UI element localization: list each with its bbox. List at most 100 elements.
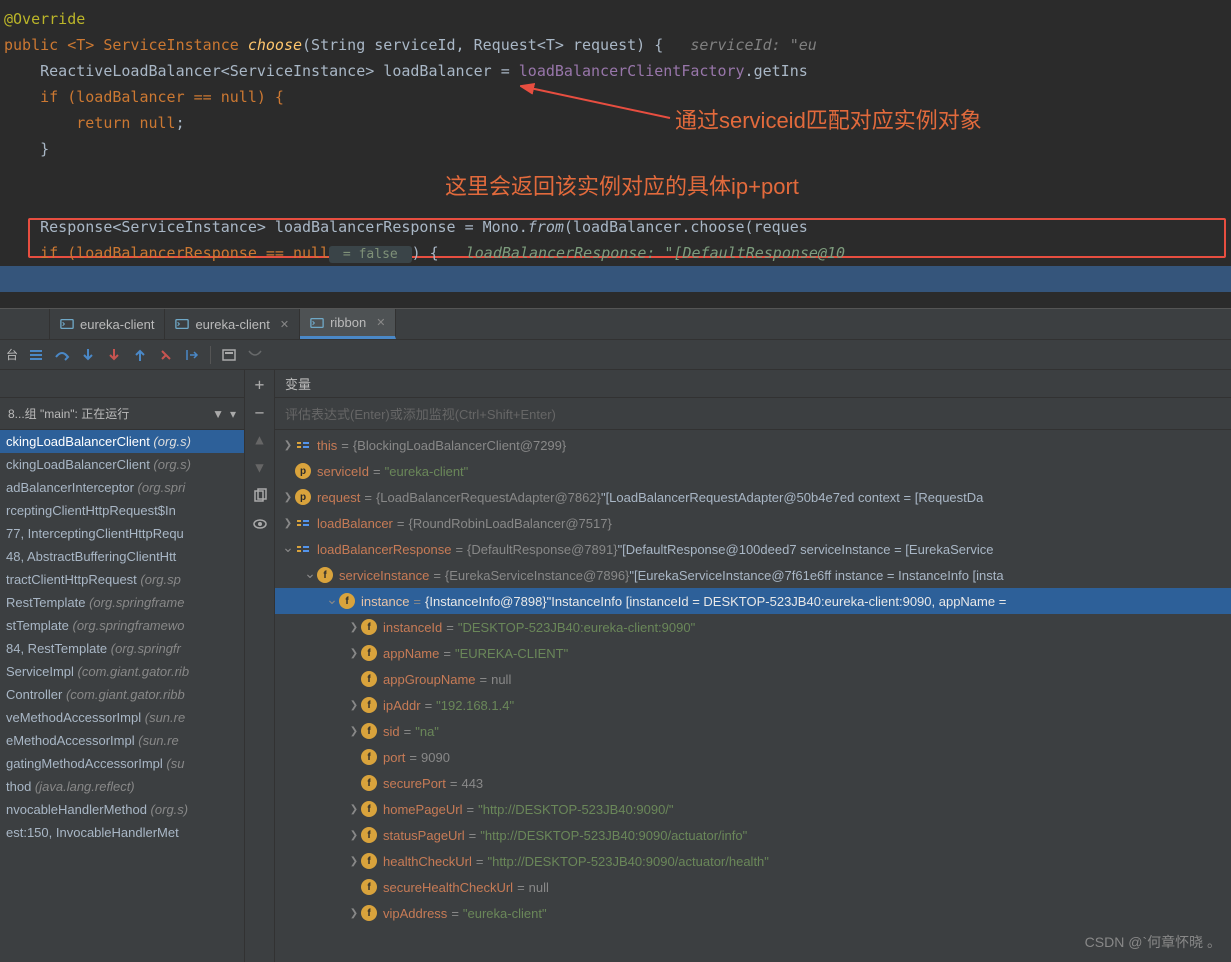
tab-ribbon[interactable]: ribbon ✕ bbox=[300, 309, 396, 339]
frame-item[interactable]: 48, AbstractBufferingClientHtt bbox=[0, 545, 244, 568]
chevron-right-icon[interactable]: ❯ bbox=[347, 804, 361, 815]
frame-item[interactable]: adBalancerInterceptor (org.spri bbox=[0, 476, 244, 499]
frame-item[interactable]: eMethodAccessorImpl (sun.re bbox=[0, 729, 244, 752]
copy-icon[interactable] bbox=[252, 488, 268, 504]
frame-item[interactable]: gatingMethodAccessorImpl (su bbox=[0, 752, 244, 775]
frame-item[interactable]: ServiceImpl (com.giant.gator.rib bbox=[0, 660, 244, 683]
force-step-into-icon[interactable] bbox=[106, 347, 122, 363]
chevron-right-icon[interactable]: ❯ bbox=[347, 830, 361, 841]
frames-panel: 8...组 "main": 正在运行 ▼ ▾ ckingLoadBalancer… bbox=[0, 398, 245, 962]
code-editor[interactable]: @Override public <T> ServiceInstance cho… bbox=[0, 0, 1231, 308]
field-icon: f bbox=[361, 827, 377, 843]
console-icon bbox=[175, 317, 189, 331]
field-icon: f bbox=[361, 879, 377, 895]
tab-eureka-client-2[interactable]: eureka-client ✕ bbox=[165, 309, 300, 339]
variable-row[interactable]: ❯fipAddr = "192.168.1.4" bbox=[275, 692, 1231, 718]
down-icon[interactable]: ▼ bbox=[252, 460, 268, 476]
annotation-text-2: 这里会返回该实例对应的具体ip+port bbox=[445, 174, 799, 200]
field-icon: f bbox=[361, 723, 377, 739]
close-icon[interactable]: ✕ bbox=[280, 318, 289, 331]
chevron-right-icon[interactable]: ❯ bbox=[347, 726, 361, 737]
tab-eureka-client-1[interactable]: eureka-client bbox=[50, 309, 165, 339]
step-into-icon[interactable] bbox=[80, 347, 96, 363]
chevron-right-icon[interactable]: ❯ bbox=[347, 700, 361, 711]
chevron-down-icon[interactable]: ⌄ bbox=[303, 565, 317, 582]
variable-row[interactable]: ❯fhealthCheckUrl = "http://DESKTOP-523JB… bbox=[275, 848, 1231, 874]
add-icon[interactable]: + bbox=[252, 376, 268, 392]
annotation-text-1: 通过serviceid匹配对应实例对象 bbox=[675, 108, 982, 134]
watch-icon[interactable] bbox=[252, 516, 268, 532]
frame-item[interactable]: veMethodAccessorImpl (sun.re bbox=[0, 706, 244, 729]
variable-row[interactable]: ❯fsid = "na" bbox=[275, 718, 1231, 744]
frame-item[interactable]: ckingLoadBalancerClient (org.s) bbox=[0, 430, 244, 453]
frame-item[interactable]: ckingLoadBalancerClient (org.s) bbox=[0, 453, 244, 476]
variable-row[interactable]: ❯fhomePageUrl = "http://DESKTOP-523JB40:… bbox=[275, 796, 1231, 822]
variable-row[interactable]: fsecurePort = 443 bbox=[275, 770, 1231, 796]
frame-item[interactable]: 77, InterceptingClientHttpRequ bbox=[0, 522, 244, 545]
chevron-down-icon[interactable]: ▾ bbox=[230, 407, 236, 421]
variable-row[interactable]: fport = 9090 bbox=[275, 744, 1231, 770]
field-icon: f bbox=[361, 645, 377, 661]
variable-row[interactable]: ❯fappName = "EUREKA-CLIENT" bbox=[275, 640, 1231, 666]
up-icon[interactable]: ▲ bbox=[252, 432, 268, 448]
chevron-right-icon[interactable]: ❯ bbox=[281, 518, 295, 529]
variable-row[interactable]: ❯fstatusPageUrl = "http://DESKTOP-523JB4… bbox=[275, 822, 1231, 848]
variable-row[interactable]: ❯loadBalancer = {RoundRobinLoadBalancer@… bbox=[275, 510, 1231, 536]
tab-spacer bbox=[0, 309, 50, 339]
frame-item[interactable]: RestTemplate (org.springframe bbox=[0, 591, 244, 614]
parameter-icon: p bbox=[295, 489, 311, 505]
frame-item[interactable]: Controller (com.giant.gator.ribb bbox=[0, 683, 244, 706]
frame-item[interactable]: rceptingClientHttpRequest$In bbox=[0, 499, 244, 522]
frame-item[interactable]: nvocableHandlerMethod (org.s) bbox=[0, 798, 244, 821]
remove-icon[interactable]: − bbox=[252, 404, 268, 420]
variable-row[interactable]: ❯finstanceId = "DESKTOP-523JB40:eureka-c… bbox=[275, 614, 1231, 640]
variable-row[interactable]: fappGroupName = null bbox=[275, 666, 1231, 692]
variable-row[interactable]: ❯this = {BlockingLoadBalancerClient@7299… bbox=[275, 432, 1231, 458]
close-icon[interactable]: ✕ bbox=[376, 316, 385, 329]
chevron-right-icon[interactable]: ❯ bbox=[347, 648, 361, 659]
variable-row[interactable]: ❯fvipAddress = "eureka-client" bbox=[275, 900, 1231, 926]
chevron-down-icon[interactable]: ⌄ bbox=[281, 539, 295, 556]
frame-item[interactable]: est:150, InvocableHandlerMet bbox=[0, 821, 244, 844]
drop-frame-icon[interactable] bbox=[158, 347, 174, 363]
frame-item[interactable]: thod (java.lang.reflect) bbox=[0, 775, 244, 798]
field-icon: f bbox=[317, 567, 333, 583]
variables-tree[interactable]: ❯this = {BlockingLoadBalancerClient@7299… bbox=[275, 430, 1231, 962]
chevron-right-icon[interactable]: ❯ bbox=[347, 908, 361, 919]
frames-list[interactable]: ckingLoadBalancerClient (org.s)ckingLoad… bbox=[0, 430, 244, 844]
layout-icon[interactable] bbox=[28, 347, 44, 363]
run-to-cursor-icon[interactable] bbox=[184, 347, 200, 363]
step-out-icon[interactable] bbox=[132, 347, 148, 363]
console-icon bbox=[310, 316, 324, 330]
chevron-right-icon[interactable]: ❯ bbox=[347, 622, 361, 633]
variable-row[interactable]: ⌄fserviceInstance = {EurekaServiceInstan… bbox=[275, 562, 1231, 588]
variables-panel: 变量 评估表达式(Enter)或添加监视(Ctrl+Shift+Enter) ❯… bbox=[275, 370, 1231, 962]
field-icon: f bbox=[361, 801, 377, 817]
debug-panel: 8...组 "main": 正在运行 ▼ ▾ ckingLoadBalancer… bbox=[0, 370, 1231, 962]
chevron-down-icon[interactable]: ⌄ bbox=[325, 591, 339, 608]
frame-item[interactable]: stTemplate (org.springframewo bbox=[0, 614, 244, 637]
variable-row[interactable]: pserviceId = "eureka-client" bbox=[275, 458, 1231, 484]
trace-current-stream-icon[interactable] bbox=[247, 347, 263, 363]
variable-row[interactable]: fsecureHealthCheckUrl = null bbox=[275, 874, 1231, 900]
annotation-override: @Override bbox=[4, 10, 85, 28]
chevron-right-icon[interactable]: ❯ bbox=[347, 856, 361, 867]
frame-item[interactable]: tractClientHttpRequest (org.sp bbox=[0, 568, 244, 591]
object-icon bbox=[295, 541, 311, 557]
chevron-right-icon[interactable]: ❯ bbox=[281, 492, 295, 503]
inline-hint-false: = false bbox=[329, 246, 411, 263]
filter-icon[interactable]: ▼ bbox=[212, 407, 224, 421]
variables-header: 变量 bbox=[275, 370, 1231, 398]
debug-toolbar: 台 bbox=[0, 340, 1231, 370]
frame-item[interactable]: 84, RestTemplate (org.springfr bbox=[0, 637, 244, 660]
evaluate-expression-icon[interactable] bbox=[221, 347, 237, 363]
field-icon: f bbox=[361, 905, 377, 921]
variable-row[interactable]: ⌄finstance = {InstanceInfo@7898} "Instan… bbox=[275, 588, 1231, 614]
chevron-right-icon[interactable]: ❯ bbox=[281, 440, 295, 451]
field-icon: f bbox=[361, 697, 377, 713]
variable-row[interactable]: ⌄loadBalancerResponse = {DefaultResponse… bbox=[275, 536, 1231, 562]
frames-header: 8...组 "main": 正在运行 ▼ ▾ bbox=[0, 398, 244, 430]
step-over-icon[interactable] bbox=[54, 347, 70, 363]
variable-row[interactable]: ❯prequest = {LoadBalancerRequestAdapter@… bbox=[275, 484, 1231, 510]
evaluate-expression-input[interactable]: 评估表达式(Enter)或添加监视(Ctrl+Shift+Enter) bbox=[275, 398, 1231, 430]
